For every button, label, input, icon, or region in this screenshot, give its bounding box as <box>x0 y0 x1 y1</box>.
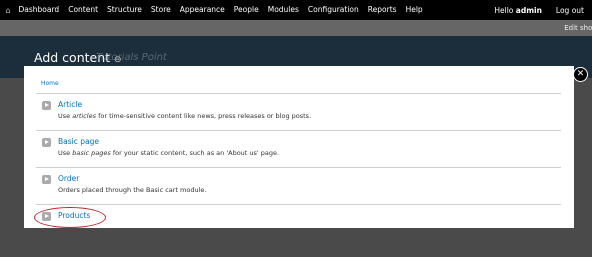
toolbar-user: Hello admin Log out <box>490 0 592 20</box>
content-type-description: Orders placed through the Basic cart mod… <box>58 186 207 194</box>
content-type-products[interactable]: Products <box>34 204 561 235</box>
toolbar-item-dashboard[interactable]: Dashboard <box>14 0 64 20</box>
breadcrumb: Home <box>41 80 59 87</box>
desc-text: for your static content, such as an 'Abo… <box>110 149 280 157</box>
home-icon[interactable]: ⌂ <box>2 0 14 20</box>
chevron-right-icon <box>42 101 51 110</box>
toolbar-nav: ⌂ Dashboard Content Structure Store Appe… <box>0 0 427 20</box>
toolbar-item-content[interactable]: Content <box>64 0 103 20</box>
toolbar-item-help[interactable]: Help <box>401 0 427 20</box>
toolbar-item-appearance[interactable]: Appearance <box>175 0 229 20</box>
edit-shortcuts-link[interactable]: Edit short <box>564 20 592 36</box>
content-type-label[interactable]: Article <box>58 100 82 109</box>
chevron-right-icon <box>42 175 51 184</box>
toolbar-item-configuration[interactable]: Configuration <box>303 0 363 20</box>
desc-text: Use <box>58 112 73 120</box>
user-greeting: Hello admin <box>490 6 546 15</box>
content-type-label[interactable]: Basic page <box>58 137 99 146</box>
content-type-basic-page[interactable]: Basic page Use basic pages for your stat… <box>36 130 561 167</box>
desc-emphasis: articles <box>72 112 96 120</box>
hello-prefix: Hello <box>494 5 514 15</box>
content-type-label[interactable]: Order <box>58 174 79 183</box>
desc-text: for time-sensitive content like news, pr… <box>96 112 312 120</box>
desc-text: Orders placed through the Basic cart mod… <box>58 186 207 194</box>
username[interactable]: admin <box>516 6 542 15</box>
content-type-article[interactable]: Article Use articles for time-sensitive … <box>36 93 561 130</box>
desc-emphasis: basic pages <box>72 149 111 157</box>
content-type-description: Use basic pages for your static content,… <box>58 149 279 157</box>
content-type-list: Article Use articles for time-sensitive … <box>34 93 561 235</box>
add-content-overlay: Home Article Use articles for time-sensi… <box>24 66 574 228</box>
toolbar-item-store[interactable]: Store <box>146 0 175 20</box>
content-type-description: Use articles for time-sensitive content … <box>58 112 311 120</box>
desc-text: Use <box>58 149 73 157</box>
shortcuts-bar: Edit short <box>0 20 592 36</box>
content-type-order[interactable]: Order Orders placed through the Basic ca… <box>36 167 561 204</box>
toolbar-item-structure[interactable]: Structure <box>103 0 147 20</box>
content-type-label[interactable]: Products <box>58 211 90 220</box>
logout-link[interactable]: Log out <box>546 6 592 15</box>
close-icon[interactable]: ✕ <box>573 67 588 82</box>
toolbar-item-modules[interactable]: Modules <box>263 0 303 20</box>
chevron-right-icon <box>42 212 51 221</box>
chevron-right-icon <box>42 138 51 147</box>
admin-toolbar: ⌂ Dashboard Content Structure Store Appe… <box>0 0 592 20</box>
breadcrumb-home[interactable]: Home <box>41 80 59 87</box>
toolbar-item-reports[interactable]: Reports <box>363 0 401 20</box>
toolbar-item-people[interactable]: People <box>229 0 263 20</box>
watermark: Tutorials Point <box>96 52 167 63</box>
